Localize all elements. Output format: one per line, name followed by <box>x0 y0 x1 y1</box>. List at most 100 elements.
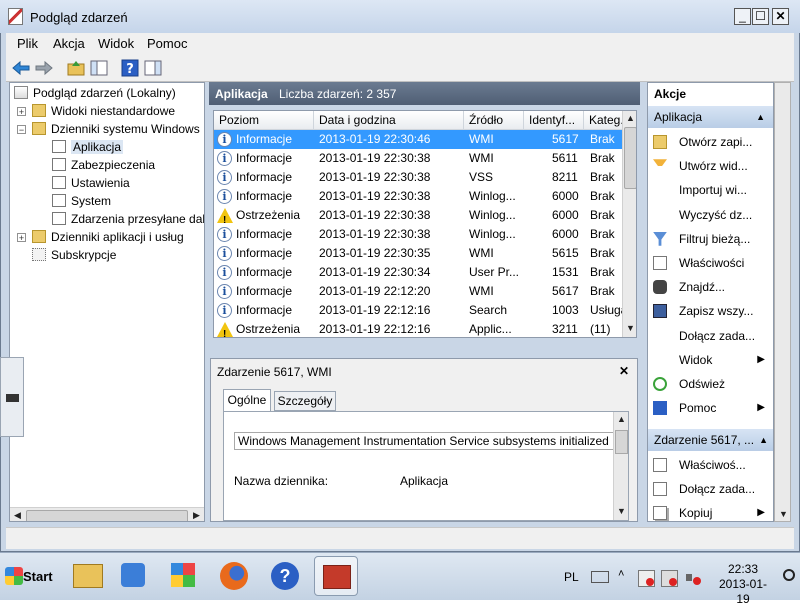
table-row[interactable]: ! Ostrzeżenia 2013-01-19 22:30:38 Winlog...… <box>214 206 622 226</box>
collapse-icon[interactable]: ▲ <box>759 429 768 451</box>
tab-general[interactable]: Ogólne <box>223 389 271 411</box>
cell-id: 5615 <box>552 246 579 260</box>
table-row[interactable]: i Informacje 2013-01-19 22:30:38 Winlog... 6… <box>214 187 622 206</box>
language-indicator[interactable]: PL <box>564 570 579 584</box>
action-item[interactable]: Zapisz wszy... <box>648 299 773 323</box>
forward-arrow-icon[interactable] <box>34 58 54 78</box>
scroll-down-icon[interactable]: ▼ <box>623 321 636 336</box>
taskbar-security[interactable] <box>162 556 206 596</box>
col-category[interactable]: Kateg... <box>584 111 624 130</box>
grid-vscrollbar[interactable]: ▲ ▼ <box>622 111 636 337</box>
taskbar-media-player[interactable] <box>112 556 156 596</box>
scroll-down-icon[interactable]: ▼ <box>776 507 791 522</box>
col-date[interactable]: Data i godzina <box>314 111 464 130</box>
action-item[interactable]: Utwórz wid... <box>648 154 773 178</box>
scroll-up-icon[interactable]: ▲ <box>614 412 629 427</box>
detail-close-button[interactable]: ✕ <box>619 364 629 378</box>
cell-cat: (11) <box>590 322 611 336</box>
action-item[interactable]: Otwórz zapi... <box>648 130 773 154</box>
collapse-windows-logs[interactable]: − <box>17 125 26 135</box>
action-item[interactable]: Filtruj bieżą... <box>648 227 773 251</box>
action-item[interactable]: Odśwież <box>648 372 773 396</box>
tree-item-system[interactable]: System <box>52 192 111 210</box>
tree-item-application[interactable]: Aplikacja <box>52 138 124 156</box>
scroll-down-icon[interactable]: ▼ <box>614 504 629 519</box>
start-button[interactable]: Start <box>3 561 53 591</box>
table-row[interactable]: i Informacje 2013-01-19 22:12:16 Search 1003… <box>214 301 622 320</box>
up-folder-icon[interactable] <box>66 58 86 78</box>
table-row[interactable]: i Informacje 2013-01-19 22:30:35 WMI 5615 Bra… <box>214 244 622 263</box>
table-row[interactable]: i Informacje 2013-01-19 22:30:38 WMI 5611 Bra… <box>214 149 622 168</box>
keyboard-icon[interactable] <box>591 571 609 583</box>
actions-section-application[interactable]: Aplikacja ▲ <box>648 106 773 128</box>
title-bar[interactable]: Podgląd zdarzeń _ ☐ ✕ <box>0 0 800 33</box>
back-arrow-icon[interactable] <box>11 58 31 78</box>
event-message[interactable]: Windows Management Instrumentation Servi… <box>234 432 620 450</box>
table-row[interactable]: i Informacje 2013-01-19 22:12:20 WMI 5617 Bra… <box>214 282 622 301</box>
action-item[interactable]: Znajdź... <box>648 275 773 299</box>
show-hidden-icons-icon[interactable]: ˄ <box>618 568 624 580</box>
taskbar-event-viewer[interactable] <box>314 556 358 596</box>
cell-id: 6000 <box>552 189 579 203</box>
menu-pomoc[interactable]: Pomoc <box>147 36 187 51</box>
table-row[interactable]: i Informacje 2013-01-19 22:30:34 User Pr...… <box>214 263 622 282</box>
expand-custom-views[interactable]: + <box>17 107 26 117</box>
col-id[interactable]: Identyf... <box>524 111 584 130</box>
tree-item-setup[interactable]: Ustawienia <box>52 174 130 192</box>
table-row[interactable]: i Informacje 2013-01-19 22:30:38 Winlog... 6… <box>214 225 622 244</box>
tree-item-security[interactable]: Zabezpieczenia <box>52 156 155 174</box>
table-row[interactable]: i Informacje 2013-01-19 22:30:46 WMI 5617 Bra… <box>214 130 622 149</box>
action-item[interactable]: Dołącz zada... <box>648 477 773 501</box>
tree-item-subscriptions[interactable]: Subskrypcje <box>32 246 116 264</box>
tree-item-root[interactable]: Podgląd zdarzeń (Lokalny) <box>14 84 176 102</box>
action-item[interactable]: Widok ▶ <box>648 348 773 372</box>
taskbar-help[interactable]: ? <box>264 556 308 596</box>
maximize-button[interactable]: ☐ <box>752 8 769 25</box>
action-item[interactable]: Importuj wi... <box>648 178 773 202</box>
action-item[interactable]: Dołącz zada... <box>648 324 773 348</box>
network-icon[interactable] <box>661 570 678 587</box>
minimize-button[interactable]: _ <box>734 8 751 25</box>
menu-plik[interactable]: Plik <box>17 36 38 51</box>
scroll-right-icon[interactable]: ▶ <box>189 508 204 521</box>
scroll-up-icon[interactable]: ▲ <box>623 111 636 126</box>
actions-vscrollbar[interactable]: ▼ <box>774 82 791 522</box>
taskbar-firefox[interactable] <box>213 556 257 596</box>
scroll-thumb[interactable] <box>615 430 628 454</box>
tree-hscrollbar[interactable]: ◀ ▶ <box>10 507 204 521</box>
action-item[interactable]: Wyczyść dz... <box>648 203 773 227</box>
col-source[interactable]: Źródło <box>464 111 524 130</box>
action-item[interactable]: Kopiuj ▶ <box>648 501 773 521</box>
expand-app-service-logs[interactable]: + <box>17 233 26 243</box>
menu-widok[interactable]: Widok <box>98 36 134 51</box>
actions-section-event[interactable]: Zdarzenie 5617, ... ▲ <box>648 429 773 451</box>
tab-details[interactable]: Szczegóły <box>274 391 336 411</box>
console-tree-icon[interactable] <box>89 58 109 78</box>
col-level[interactable]: Poziom <box>214 111 314 130</box>
table-row[interactable]: i Informacje 2013-01-19 22:30:38 VSS 8211 Bra… <box>214 168 622 187</box>
taskbar-explorer[interactable] <box>65 556 109 596</box>
action-center-icon[interactable] <box>638 570 655 587</box>
table-row[interactable]: ! Ostrzeżenia 2013-01-19 22:12:16 Applic...… <box>214 320 622 337</box>
close-button[interactable]: ✕ <box>772 8 789 25</box>
help-icon <box>653 401 667 416</box>
help-icon[interactable]: ? <box>120 58 140 78</box>
detail-vscrollbar[interactable]: ▲ ▼ <box>613 412 628 520</box>
action-pane-icon[interactable] <box>143 58 163 78</box>
tree-item-custom-views[interactable]: Widoki niestandardowe <box>32 102 175 120</box>
collapse-icon[interactable]: ▲ <box>756 106 765 128</box>
scroll-thumb[interactable] <box>26 510 188 521</box>
volume-muted-icon[interactable] <box>686 570 701 585</box>
action-item[interactable]: Właściwości <box>648 251 773 275</box>
scroll-thumb[interactable] <box>624 127 636 189</box>
scroll-left-icon[interactable]: ◀ <box>10 508 25 521</box>
clock[interactable]: 22:33 2013-01-19 <box>718 562 768 607</box>
show-desktop-button[interactable] <box>782 568 796 582</box>
action-item[interactable]: Właściwoś... <box>648 453 773 477</box>
action-item[interactable]: Pomoc ▶ <box>648 396 773 420</box>
tree-item-forwarded[interactable]: Zdarzenia przesyłane dale <box>52 210 204 228</box>
menu-akcja[interactable]: Akcja <box>53 36 85 51</box>
tree-item-windows-logs[interactable]: Dzienniki systemu Windows <box>32 120 200 138</box>
input-panel-tab[interactable] <box>0 357 24 437</box>
tree-item-app-service-logs[interactable]: Dzienniki aplikacji i usług <box>32 228 184 246</box>
